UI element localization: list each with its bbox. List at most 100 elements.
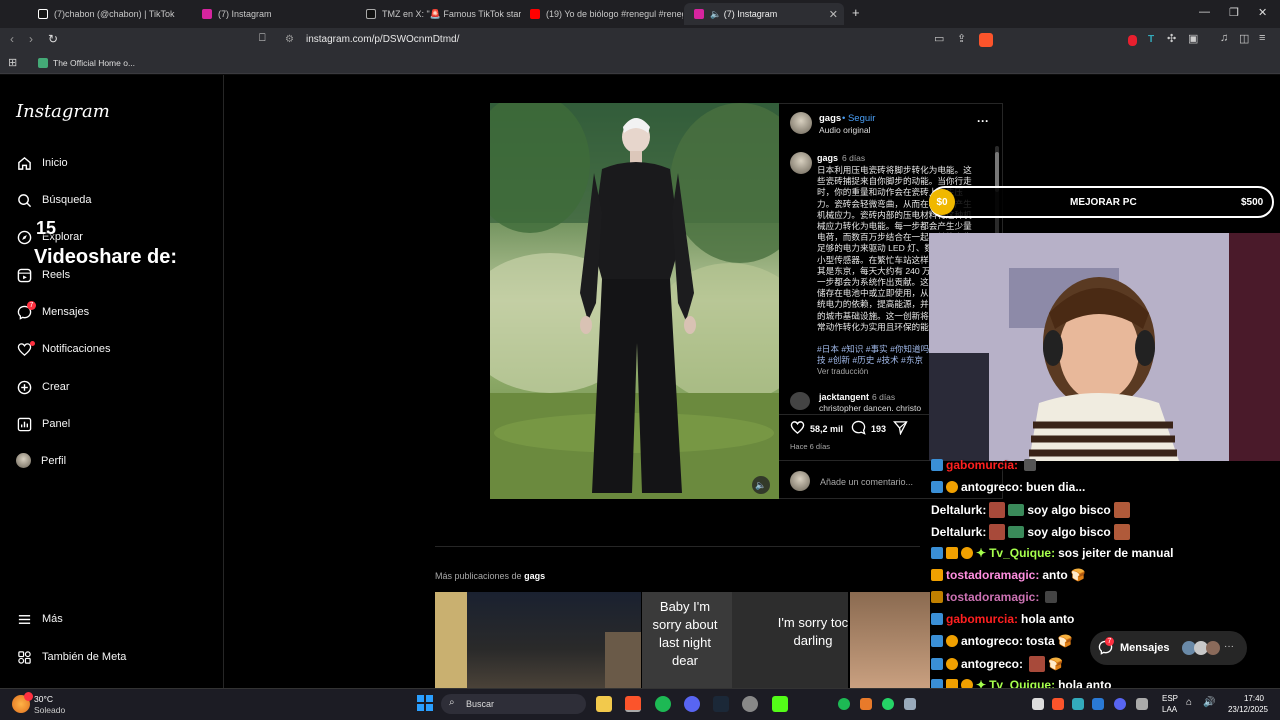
clock-date[interactable]: 23/12/2025 <box>1218 705 1268 714</box>
microphone-icon[interactable] <box>1136 698 1148 710</box>
browser-tab-active[interactable]: 🔈 (7) Instagram ✕ <box>684 3 844 25</box>
file-explorer-icon[interactable] <box>596 696 612 712</box>
own-avatar <box>790 471 810 491</box>
puzzle-icon[interactable]: ✣ <box>1167 32 1176 45</box>
clock-time[interactable]: 17:40 <box>1220 694 1264 703</box>
mute-icon[interactable]: 🔈 <box>752 476 770 494</box>
keyboard-language[interactable]: ESP <box>1162 694 1178 703</box>
wallet-icon[interactable]: ▣ <box>1188 32 1198 45</box>
audio-label[interactable]: Audio original <box>819 125 871 135</box>
tray-icon[interactable] <box>860 698 872 710</box>
menu-icon[interactable]: ≡ <box>1259 32 1265 44</box>
discord-icon[interactable] <box>684 696 700 712</box>
commenter-avatar[interactable] <box>790 392 810 410</box>
weather-temp[interactable]: 30°C <box>34 694 53 704</box>
forward-icon[interactable]: › <box>29 32 33 46</box>
media-icon[interactable]: ♫ <box>1220 32 1228 44</box>
site-info-icon[interactable]: ⚙ <box>285 34 294 45</box>
new-tab-button[interactable]: + <box>852 5 860 20</box>
sidebar-item-reels[interactable]: Reels <box>16 267 70 283</box>
spotify-tray-icon[interactable] <box>838 698 850 710</box>
brave-shield-icon[interactable] <box>979 33 993 47</box>
reload-icon[interactable]: ↻ <box>48 32 58 46</box>
commenter-username[interactable]: jacktangent <box>819 392 869 402</box>
sidebar-item-busqueda[interactable]: Búsqueda <box>16 192 92 208</box>
share-icon[interactable]: ⇪ <box>957 32 966 45</box>
sidebar-item-panel[interactable]: Panel <box>16 416 70 432</box>
weather-desc[interactable]: Soleado <box>34 705 65 715</box>
windows-start-icon[interactable] <box>417 695 433 711</box>
more-post-thumbnail[interactable] <box>850 592 930 688</box>
close-window-button[interactable]: ✕ <box>1258 6 1267 19</box>
like-icon[interactable] <box>790 420 805 440</box>
badge-icon <box>946 635 958 647</box>
badge-icon <box>931 591 943 603</box>
follow-button[interactable]: • Seguir <box>842 113 875 124</box>
url-field[interactable]: instagram.com/p/DSWOcnmDtmd/ <box>306 34 459 45</box>
bookmark-item[interactable]: The Official Home o... <box>53 58 135 68</box>
plus-icon <box>16 379 32 395</box>
volume-icon[interactable]: 🔊 <box>1203 697 1215 708</box>
post-video[interactable]: 🔈 <box>490 103 779 499</box>
post-author-username[interactable]: gags <box>819 113 841 124</box>
brave-icon[interactable] <box>625 696 641 712</box>
sidebar-toggle-icon[interactable]: ◫ <box>1239 32 1249 45</box>
extension-icon[interactable]: T <box>1148 34 1160 46</box>
home-icon <box>16 155 32 171</box>
more-post-thumbnail[interactable] <box>435 592 641 688</box>
share-icon[interactable] <box>892 420 908 440</box>
more-post-thumbnail[interactable]: Baby I'm sorry about last night dear I'm… <box>642 592 848 688</box>
badge-icon <box>961 547 973 559</box>
obs-icon[interactable] <box>742 696 758 712</box>
bookmark-icon[interactable]: ⎕ <box>259 32 266 45</box>
close-tab-icon[interactable]: ✕ <box>829 8 838 21</box>
cast-icon[interactable]: ▭ <box>934 32 944 45</box>
bookmark-favicon <box>38 58 48 68</box>
spotify-icon[interactable] <box>655 696 671 712</box>
tray-icon[interactable] <box>1052 698 1064 710</box>
sidebar-item-crear[interactable]: Crear <box>16 379 70 395</box>
badge-icon <box>931 547 943 559</box>
comment-icon[interactable] <box>851 420 866 440</box>
tray-icon[interactable] <box>904 698 916 710</box>
chat-message: antogreco: 🍞 <box>931 656 1063 672</box>
caption-author-avatar[interactable] <box>790 152 812 174</box>
tray-icon[interactable] <box>1032 698 1044 710</box>
sidebar-item-tambien-de-meta[interactable]: También de Meta <box>16 649 126 665</box>
likes-count[interactable]: 58,2 mil <box>810 424 843 434</box>
weather-badge <box>24 692 33 701</box>
apps-grid-icon[interactable]: ⊞ <box>8 56 17 69</box>
search-icon <box>16 192 32 208</box>
kick-icon[interactable] <box>772 696 788 712</box>
keyboard-region[interactable]: LAA <box>1162 705 1177 714</box>
taskbar-search[interactable]: ⌕ Buscar <box>441 694 586 714</box>
messages-pill[interactable]: 7 Mensajes ··· <box>1090 631 1247 665</box>
back-icon[interactable]: ‹ <box>10 32 14 46</box>
browser-tab[interactable]: (7) Instagram <box>192 3 357 25</box>
browser-tab[interactable]: (19) Yo de biólogo #renegul #reneg <box>520 3 683 25</box>
whatsapp-tray-icon[interactable] <box>882 698 894 710</box>
x-icon <box>366 9 376 19</box>
tray-icon[interactable] <box>1072 698 1084 710</box>
see-translation-link[interactable]: Ver traducción <box>817 367 868 376</box>
comments-count[interactable]: 193 <box>871 424 886 434</box>
webcam-frame <box>929 233 1280 461</box>
discord-tray-icon[interactable] <box>1114 698 1126 710</box>
more-options-icon[interactable]: ··· <box>977 114 989 128</box>
post-author-avatar[interactable] <box>790 112 812 134</box>
sidebar-item-perfil[interactable]: Perfil <box>16 453 66 468</box>
sidebar-item-mas[interactable]: Más <box>16 611 63 627</box>
bluetooth-icon[interactable] <box>1092 698 1104 710</box>
steam-icon[interactable] <box>713 696 729 712</box>
browser-tab[interactable]: TMZ en X: "🚨 Famous TikTok star Ej <box>356 3 521 25</box>
instagram-logo[interactable]: Instagram <box>16 101 110 122</box>
caption-author-username[interactable]: gags <box>817 153 838 163</box>
minimize-button[interactable]: — <box>1199 6 1210 18</box>
browser-tab[interactable]: (7)chabon (@chabon) | TikTok <box>28 3 193 25</box>
maximize-button[interactable]: ❐ <box>1229 6 1239 19</box>
sidebar-item-inicio[interactable]: Inicio <box>16 155 68 171</box>
posted-time[interactable]: Hace 6 días <box>790 442 830 451</box>
network-icon[interactable]: ⌂ <box>1186 697 1192 708</box>
add-comment-input[interactable]: Añade un comentario... <box>820 477 913 487</box>
extension-icon[interactable] <box>1128 35 1137 46</box>
